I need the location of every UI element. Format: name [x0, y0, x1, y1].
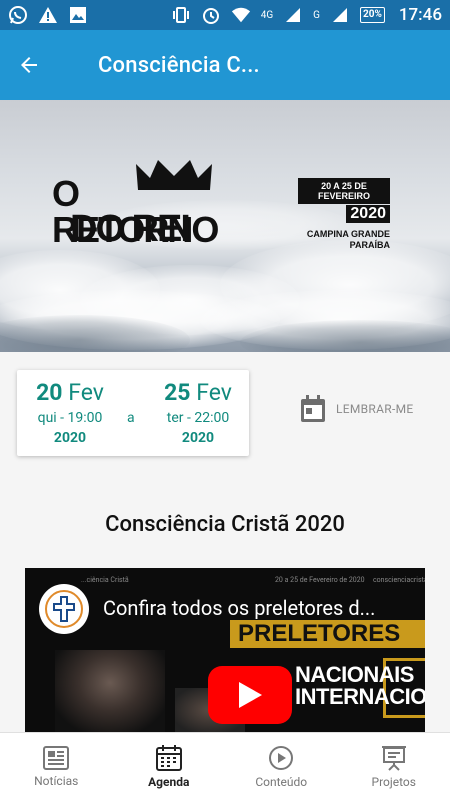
event-logo: O RETORNO DO REI — [52, 160, 219, 250]
cross-logo-icon — [45, 590, 83, 628]
play-icon — [239, 682, 262, 708]
end-year: 2020 — [181, 430, 215, 446]
play-circle-icon — [269, 745, 294, 770]
date-separator: a — [127, 410, 135, 426]
network-type-2: G — [313, 9, 320, 21]
calendar-icon — [155, 744, 182, 771]
video-banner: PRELETORES — [230, 620, 425, 648]
presentation-icon — [381, 745, 406, 771]
nav-item-agenda[interactable]: Agenda — [113, 733, 226, 800]
wifi-icon — [231, 5, 251, 25]
video-header-right: conscienciacrista — [373, 576, 425, 584]
start-day: 20 — [36, 379, 63, 406]
app-bar: Consciência C... — [0, 30, 450, 100]
status-bar: 4G G 20% 17:46 — [0, 0, 450, 30]
battery-icon: 20% — [359, 7, 385, 23]
remind-me-button[interactable]: LEMBRAR-ME — [300, 395, 413, 423]
nav-item-projetos[interactable]: Projetos — [338, 733, 450, 800]
nav-item-conteudo[interactable]: Conteúdo — [225, 733, 338, 800]
event-banner: O RETORNO DO REI 20 A 25 DE FEVEREIRO 20… — [0, 100, 450, 352]
video-player[interactable]: ...ciência Cristã 20 a 25 de Fevereiro d… — [25, 568, 425, 732]
video-subtitle-line1: NACIONAIS — [295, 662, 414, 687]
clock: 17:46 — [398, 5, 442, 25]
vibrate-icon — [171, 5, 191, 25]
signal-icon — [330, 5, 350, 25]
page-title: Consciência C... — [98, 52, 260, 78]
nav-label: Projetos — [371, 774, 416, 789]
event-state: PARAÍBA — [349, 240, 390, 250]
warning-icon — [38, 5, 58, 25]
event-year: 2020 — [346, 205, 390, 223]
event-meta: 20 A 25 DE FEVEREIRO 2020 CAMPINA GRANDE… — [298, 178, 390, 251]
whatsapp-icon — [8, 5, 28, 25]
start-date: 20 Fev qui - 19:00 2020 — [25, 378, 115, 448]
video-title: Confira todos os preletores d... — [103, 596, 376, 620]
video-header-mid: 20 a 25 de Fevereiro de 2020 — [275, 576, 365, 584]
end-day: 25 — [164, 379, 191, 406]
arrow-left-icon — [21, 57, 37, 73]
bottom-navigation: Notícias Agenda Conteúdo Projetos — [0, 732, 450, 800]
video-banner-text: PRELETORES — [238, 620, 401, 647]
end-month: Fev — [196, 379, 232, 406]
date-card: 20 Fev qui - 19:00 2020 a 25 Fev ter - 2… — [17, 370, 249, 456]
remind-me-label: LEMBRAR-ME — [336, 402, 414, 416]
end-date: 25 Fev ter - 22:00 2020 — [153, 378, 243, 448]
end-time: ter - 22:00 — [166, 410, 230, 426]
event-city: CAMPINA GRANDE — [306, 229, 390, 239]
video-subtitle-line2: INTERNACIONAIS — [295, 684, 425, 709]
video-subtitle: NACIONAIS INTERNACIONAIS — [295, 664, 425, 708]
calendar-icon — [301, 395, 325, 422]
video-speaker-image — [55, 650, 165, 732]
youtube-play-button[interactable] — [208, 666, 292, 724]
nav-label: Conteúdo — [255, 774, 308, 789]
nav-label: Notícias — [34, 773, 79, 788]
back-button[interactable] — [0, 30, 58, 100]
image-icon — [68, 5, 88, 25]
channel-avatar[interactable] — [39, 584, 89, 634]
start-month: Fev — [68, 379, 104, 406]
start-time: qui - 19:00 — [37, 410, 103, 426]
nav-label: Agenda — [148, 774, 190, 789]
event-dates: 20 A 25 DE FEVEREIRO — [298, 178, 390, 204]
network-type-1: 4G — [260, 9, 274, 21]
newspaper-icon — [43, 745, 70, 770]
alarm-icon — [201, 5, 221, 25]
nav-item-noticias[interactable]: Notícias — [0, 733, 113, 800]
event-title: Consciência Cristã 2020 — [105, 512, 345, 537]
signal-icon — [283, 5, 303, 25]
video-header-left: ...ciência Cristã — [81, 576, 129, 584]
logo-text-line2: DO REI — [70, 208, 191, 250]
start-year: 2020 — [53, 430, 87, 446]
